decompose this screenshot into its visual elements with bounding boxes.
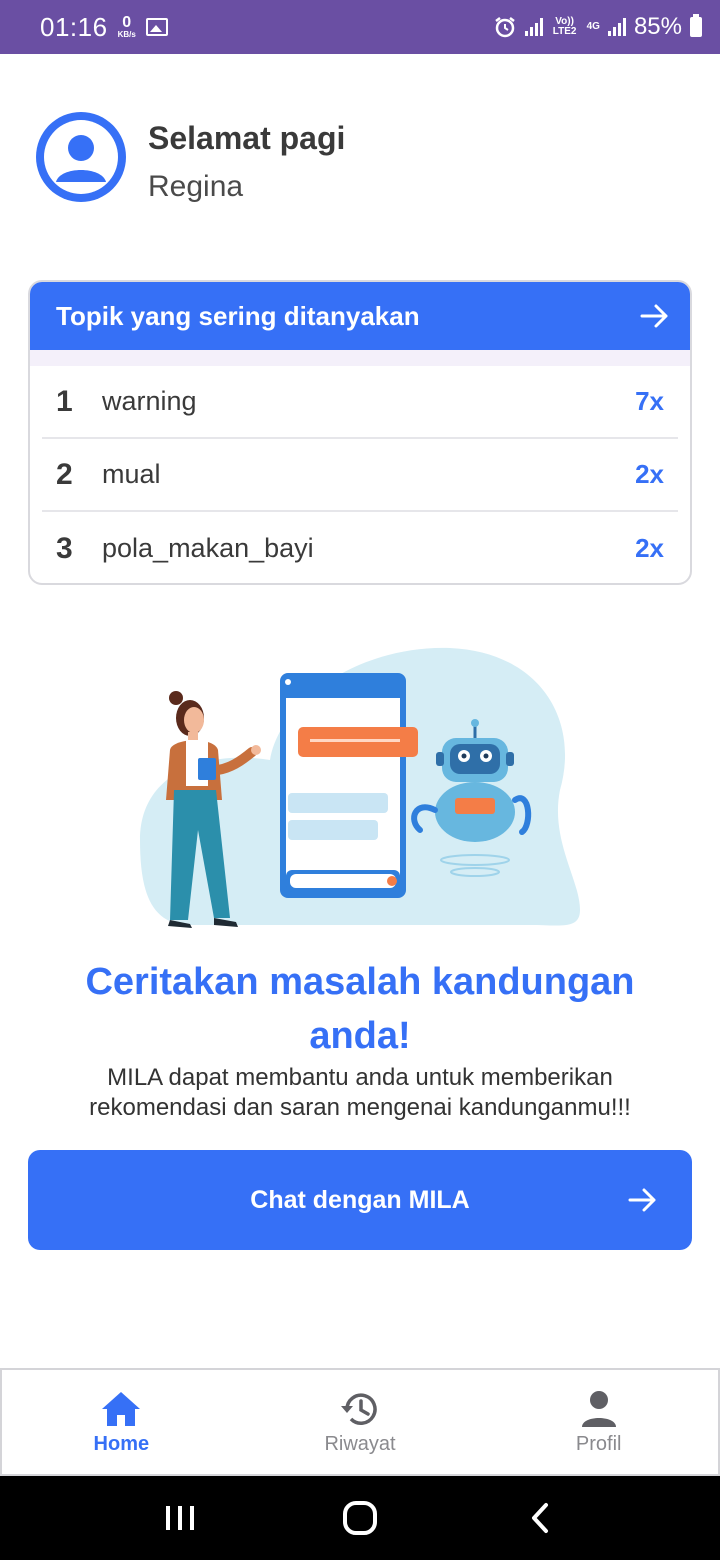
cta-title: Ceritakan masalah kandungan anda! xyxy=(85,961,635,1057)
history-icon xyxy=(341,1392,377,1425)
status-indicators: Vo)) LTE2 4G 85% xyxy=(493,13,702,41)
nav-home-label: Home xyxy=(93,1432,150,1455)
arrow-right-icon xyxy=(628,1188,656,1212)
topic-row[interactable]: 1 warning 7x xyxy=(42,366,678,439)
clock: 01:16 xyxy=(40,11,108,42)
person-icon xyxy=(581,1390,616,1427)
nav-riwayat-label: Riwayat xyxy=(324,1432,396,1455)
home-button[interactable] xyxy=(330,1488,390,1548)
topic-name: mual xyxy=(102,459,161,489)
frequent-topics-card: Topik yang sering ditanyakan 1 warning 7… xyxy=(28,280,692,585)
user-name: Regina xyxy=(148,170,244,203)
avatar-icon[interactable] xyxy=(36,112,126,202)
cta-description: MILA dapat membantu anda untuk memberika… xyxy=(89,1064,631,1121)
back-icon xyxy=(532,1503,548,1533)
topic-name: pola_makan_bayi xyxy=(102,533,314,563)
alarm-icon xyxy=(494,17,515,38)
bottom-nav: Home Riwayat Profil xyxy=(0,1368,720,1476)
topic-list: 1 warning 7x 2 mual 2x 3 pola_makan_bayi… xyxy=(30,366,690,583)
home-circle-icon xyxy=(343,1501,377,1535)
arrow-right-icon[interactable] xyxy=(638,299,672,333)
home-icon xyxy=(102,1391,141,1426)
topic-count: 7x xyxy=(635,386,664,416)
network-type: 4G xyxy=(586,21,600,32)
topic-rank: 1 xyxy=(56,384,73,418)
chat-with-mila-button[interactable]: Chat dengan MILA xyxy=(28,1150,692,1250)
nav-profil-label: Profil xyxy=(575,1432,622,1455)
signal-1-icon xyxy=(524,18,543,36)
chatbot-illustration xyxy=(140,647,580,928)
frequent-topics-header[interactable]: Topik yang sering ditanyakan xyxy=(30,282,690,350)
battery-icon xyxy=(690,14,702,37)
status-bar: 01:16 0 KB/s Vo)) LTE2 4G 85% xyxy=(0,0,720,54)
nav-profil[interactable]: Profil xyxy=(479,1370,718,1474)
gallery-notification-icon xyxy=(145,18,168,36)
topic-count: 2x xyxy=(635,533,664,563)
topic-rank: 2 xyxy=(56,457,73,491)
topic-rank: 3 xyxy=(56,531,73,565)
topic-count: 2x xyxy=(635,459,664,489)
frequent-topics-title: Topik yang sering ditanyakan xyxy=(56,300,420,331)
chat-button-label: Chat dengan MILA xyxy=(250,1185,470,1214)
nav-home[interactable]: Home xyxy=(2,1370,241,1474)
card-divider xyxy=(30,350,690,366)
net-speed-unit: KB/s xyxy=(117,30,136,39)
net-speed-value: 0 xyxy=(122,14,132,31)
signal-2-icon xyxy=(607,18,626,36)
volte-label: Vo)) LTE2 xyxy=(552,16,577,37)
topic-row[interactable]: 2 mual 2x xyxy=(42,439,678,512)
recent-apps-icon xyxy=(166,1506,194,1530)
topic-row[interactable]: 3 pola_makan_bayi 2x xyxy=(42,512,678,583)
net-speed: 0 KB/s xyxy=(118,15,136,39)
topic-name: warning xyxy=(102,386,197,416)
battery-percent: 85% xyxy=(633,13,682,40)
system-nav-bar xyxy=(0,1476,720,1560)
recent-apps-button[interactable] xyxy=(150,1488,210,1548)
nav-riwayat[interactable]: Riwayat xyxy=(241,1370,480,1474)
back-button[interactable] xyxy=(510,1488,570,1548)
greeting: Selamat pagi xyxy=(148,120,346,156)
